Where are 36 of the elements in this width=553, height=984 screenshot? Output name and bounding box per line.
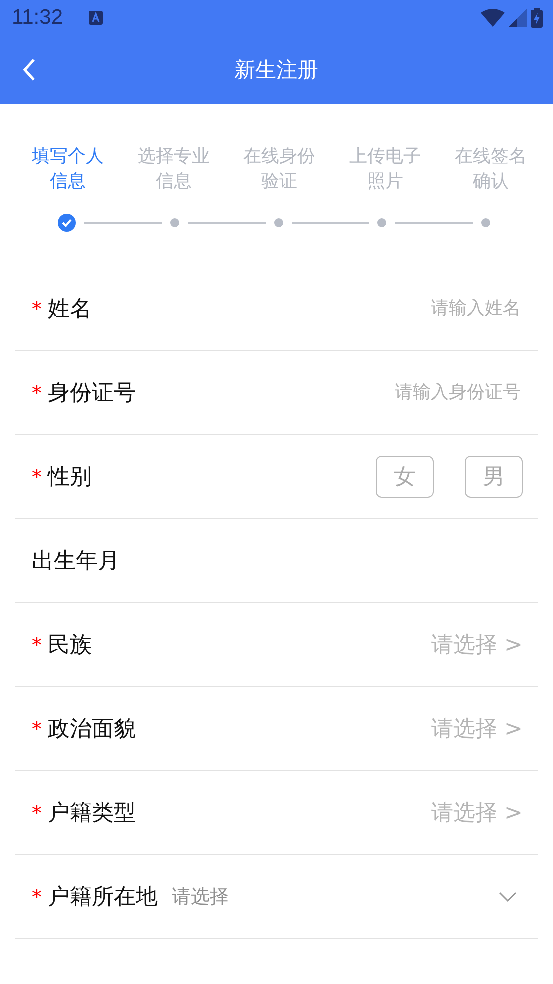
step-label[interactable]: 选择专业信息	[136, 144, 212, 194]
required-mark: *	[32, 884, 42, 908]
required-mark: *	[32, 800, 42, 824]
gender-option[interactable]: 女	[376, 456, 434, 498]
field-label: 政治面貌	[48, 716, 136, 744]
wifi-icon	[481, 9, 505, 27]
page-title: 新生注册	[234, 57, 318, 84]
input-field[interactable]: 请输入姓名	[92, 297, 523, 320]
required-mark: *	[32, 380, 42, 404]
field-label: 户籍类型	[48, 800, 136, 828]
select-value[interactable]: 请选择 >	[432, 630, 523, 660]
gender-option[interactable]: 男	[465, 456, 523, 498]
keyboard-app-icon	[89, 11, 103, 25]
step-label[interactable]: 填写个人信息	[30, 144, 106, 194]
back-icon[interactable]	[22, 58, 36, 82]
dropdown-placeholder[interactable]: 请选择	[172, 884, 229, 910]
field-label: 性别	[48, 464, 92, 492]
battery-icon	[531, 8, 543, 28]
field-label: 户籍所在地	[48, 884, 158, 912]
step-label[interactable]: 上传电子照片	[347, 144, 424, 194]
field-label: 出生年月	[32, 548, 120, 576]
select-value[interactable]: 请选择 >	[432, 714, 523, 744]
field-label: 身份证号	[48, 380, 136, 408]
status-time: 11:32	[12, 6, 63, 30]
required-mark: *	[32, 464, 42, 488]
required-mark: *	[32, 632, 42, 656]
step-label[interactable]: 在线身份验证	[242, 144, 318, 194]
field-label: 民族	[48, 632, 92, 660]
chevron-down-icon[interactable]	[499, 892, 517, 902]
field-label: 姓名	[48, 296, 92, 324]
signal-icon	[509, 9, 527, 27]
step-label[interactable]: 在线签名确认	[453, 144, 529, 194]
required-mark: *	[32, 716, 42, 740]
select-value[interactable]: 请选择 >	[432, 798, 523, 828]
required-mark: *	[32, 296, 42, 320]
input-field[interactable]: 请输入身份证号	[136, 381, 523, 404]
